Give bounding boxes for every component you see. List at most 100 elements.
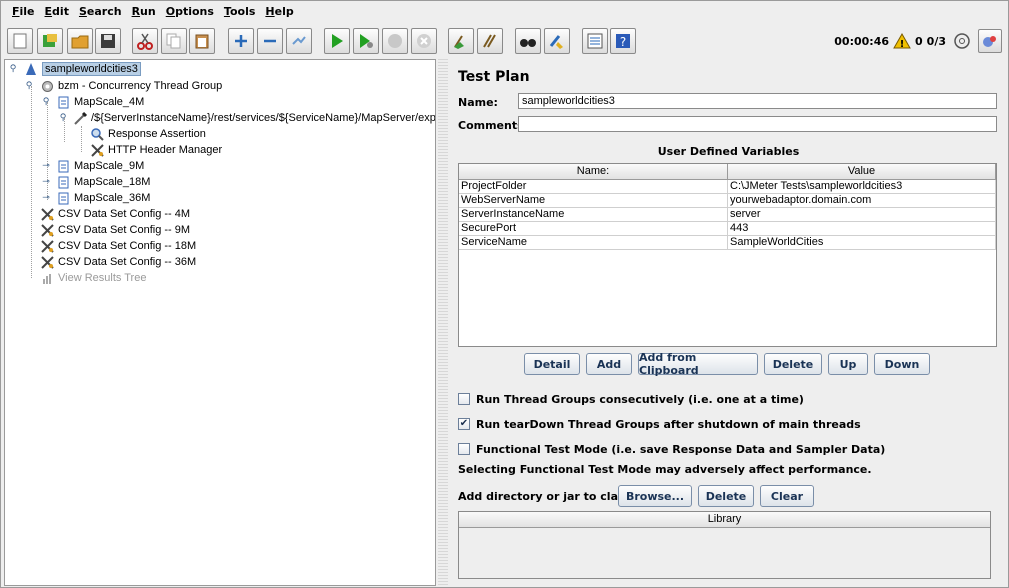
- toolbar: ? 00:00:46 ! 0 0/3: [1, 25, 1008, 59]
- functional-mode-option[interactable]: Functional Test Mode (i.e. save Response…: [458, 441, 885, 457]
- expand-mapscale-18m-toggle[interactable]: ⊸: [41, 177, 51, 187]
- name-field[interactable]: sampleworldcities3: [518, 93, 997, 109]
- expand-mapscale-36m-toggle[interactable]: ⊸: [41, 193, 51, 203]
- cut-button[interactable]: [132, 28, 158, 54]
- expand-mapscale-4m-toggle[interactable]: ⚲: [41, 97, 51, 107]
- expand-root-toggle[interactable]: ⚲: [8, 64, 18, 74]
- table-row[interactable]: ProjectFolder C:\JMeter Tests\sampleworl…: [459, 180, 996, 194]
- warning-icon[interactable]: !: [893, 33, 911, 49]
- menu-help[interactable]: Help: [260, 1, 298, 23]
- tools-icon: [40, 239, 54, 253]
- tree-item-csv-4m[interactable]: CSV Data Set Config -- 4M: [39, 206, 190, 222]
- new-button[interactable]: [7, 28, 33, 54]
- tree-item-mapscale-36m[interactable]: MapScale_36M: [55, 190, 150, 206]
- move-down-button[interactable]: Down: [874, 353, 930, 375]
- copy-button[interactable]: [161, 28, 187, 54]
- clear-classpath-button[interactable]: Clear: [760, 485, 814, 507]
- tree-item-mapscale-18m[interactable]: MapScale_18M: [55, 174, 150, 190]
- column-header-value[interactable]: Value: [728, 164, 996, 179]
- teardown-option[interactable]: ✔ Run tearDown Thread Groups after shutd…: [458, 416, 861, 432]
- panel-splitter[interactable]: [438, 59, 448, 586]
- menu-file[interactable]: File: [7, 1, 40, 23]
- menu-edit[interactable]: Edit: [40, 1, 74, 23]
- detail-button[interactable]: Detail: [524, 353, 580, 375]
- tree-item-mapscale-4m[interactable]: MapScale_4M: [55, 94, 144, 110]
- variable-value[interactable]: yourwebadaptor.domain.com: [728, 194, 996, 207]
- copy-icon: [166, 33, 181, 49]
- paste-button[interactable]: [189, 28, 215, 54]
- shutdown-button[interactable]: [411, 28, 437, 54]
- variable-name[interactable]: WebServerName: [459, 194, 728, 207]
- functional-mode-checkbox[interactable]: [458, 443, 470, 455]
- tree-item-csv-9m[interactable]: CSV Data Set Config -- 9M: [39, 222, 190, 238]
- variable-value[interactable]: 443: [728, 222, 996, 235]
- stop-button[interactable]: [382, 28, 408, 54]
- delete-variable-button[interactable]: Delete: [764, 353, 822, 375]
- browse-button[interactable]: Browse...: [618, 485, 692, 507]
- move-up-button[interactable]: Up: [828, 353, 868, 375]
- shutdown-icon: [417, 34, 431, 48]
- variable-value[interactable]: SampleWorldCities: [728, 236, 996, 249]
- expand-thread-group-toggle[interactable]: ⚲: [24, 81, 34, 91]
- table-row[interactable]: WebServerName yourwebadaptor.domain.com: [459, 194, 996, 208]
- tree-item-http-sampler[interactable]: /${ServerInstanceName}/rest/services/${S…: [72, 110, 435, 126]
- collapse-all-button[interactable]: [257, 28, 283, 54]
- tools-icon: [90, 143, 104, 157]
- expand-sampler-toggle[interactable]: ⚲: [58, 113, 68, 123]
- toggle-button[interactable]: [286, 28, 312, 54]
- transaction-controller-icon: [58, 96, 68, 108]
- column-header-name[interactable]: Name:: [459, 164, 728, 179]
- templates-button[interactable]: [37, 28, 63, 54]
- menu-search[interactable]: Search: [74, 1, 127, 23]
- menu-bar: File Edit Search Run Options Tools Help: [1, 1, 1008, 23]
- table-row[interactable]: ServiceName SampleWorldCities: [459, 236, 996, 250]
- clear-button[interactable]: [448, 28, 474, 54]
- add-button[interactable]: Add: [586, 353, 632, 375]
- tree-item-thread-group[interactable]: bzm - Concurrency Thread Group: [39, 78, 222, 94]
- tree-item-header-manager[interactable]: HTTP Header Manager: [89, 142, 222, 158]
- start-no-pauses-button[interactable]: [353, 28, 379, 54]
- menu-tools[interactable]: Tools: [219, 1, 260, 23]
- variable-name[interactable]: ServerInstanceName: [459, 208, 728, 221]
- log-viewer-button[interactable]: [978, 29, 1002, 53]
- library-column-header[interactable]: Library: [459, 512, 990, 528]
- new-document-icon: [13, 33, 27, 49]
- add-from-clipboard-button[interactable]: Add from Clipboard: [638, 351, 758, 377]
- log-icon: [983, 36, 996, 47]
- menu-run[interactable]: Run: [127, 1, 161, 23]
- search-button[interactable]: [515, 28, 541, 54]
- consecutive-option[interactable]: Run Thread Groups consecutively (i.e. on…: [458, 391, 804, 407]
- tree-item-response-assertion[interactable]: Response Assertion: [89, 126, 206, 142]
- reset-search-button[interactable]: [544, 28, 570, 54]
- function-helper-button[interactable]: [582, 28, 608, 54]
- table-row[interactable]: ServerInstanceName server: [459, 208, 996, 222]
- variable-name[interactable]: SecurePort: [459, 222, 728, 235]
- tree-item-mapscale-9m[interactable]: MapScale_9M: [55, 158, 144, 174]
- open-button[interactable]: [67, 28, 93, 54]
- tree-item-csv-36m[interactable]: CSV Data Set Config -- 36M: [39, 254, 196, 270]
- delete-classpath-button[interactable]: Delete: [698, 485, 754, 507]
- variable-value[interactable]: server: [728, 208, 996, 221]
- save-button[interactable]: [95, 28, 121, 54]
- comments-field[interactable]: [518, 116, 997, 132]
- variable-name[interactable]: ProjectFolder: [459, 180, 728, 193]
- consecutive-checkbox[interactable]: [458, 393, 470, 405]
- expand-all-button[interactable]: [228, 28, 254, 54]
- table-row[interactable]: SecurePort 443: [459, 222, 996, 236]
- menu-options[interactable]: Options: [161, 1, 219, 23]
- start-button[interactable]: [324, 28, 350, 54]
- tree-item-test-plan[interactable]: sampleworldcities3: [23, 61, 141, 77]
- help-button[interactable]: ?: [610, 28, 636, 54]
- expand-mapscale-9m-toggle[interactable]: ⊸: [41, 161, 51, 171]
- status-area: 00:00:46 ! 0 0/3: [834, 28, 1002, 54]
- teardown-checkbox[interactable]: ✔: [458, 418, 470, 430]
- tree-item-csv-18m[interactable]: CSV Data Set Config -- 18M: [39, 238, 196, 254]
- remote-status-button[interactable]: [950, 29, 974, 53]
- tree-item-view-results-tree[interactable]: View Results Tree: [39, 270, 146, 286]
- reset-search-icon: [549, 35, 563, 49]
- consecutive-label: Run Thread Groups consecutively (i.e. on…: [476, 392, 804, 406]
- variable-name[interactable]: ServiceName: [459, 236, 728, 249]
- clear-all-button[interactable]: [477, 28, 503, 54]
- variable-value[interactable]: C:\JMeter Tests\sampleworldcities3: [728, 180, 996, 193]
- save-icon: [101, 34, 115, 48]
